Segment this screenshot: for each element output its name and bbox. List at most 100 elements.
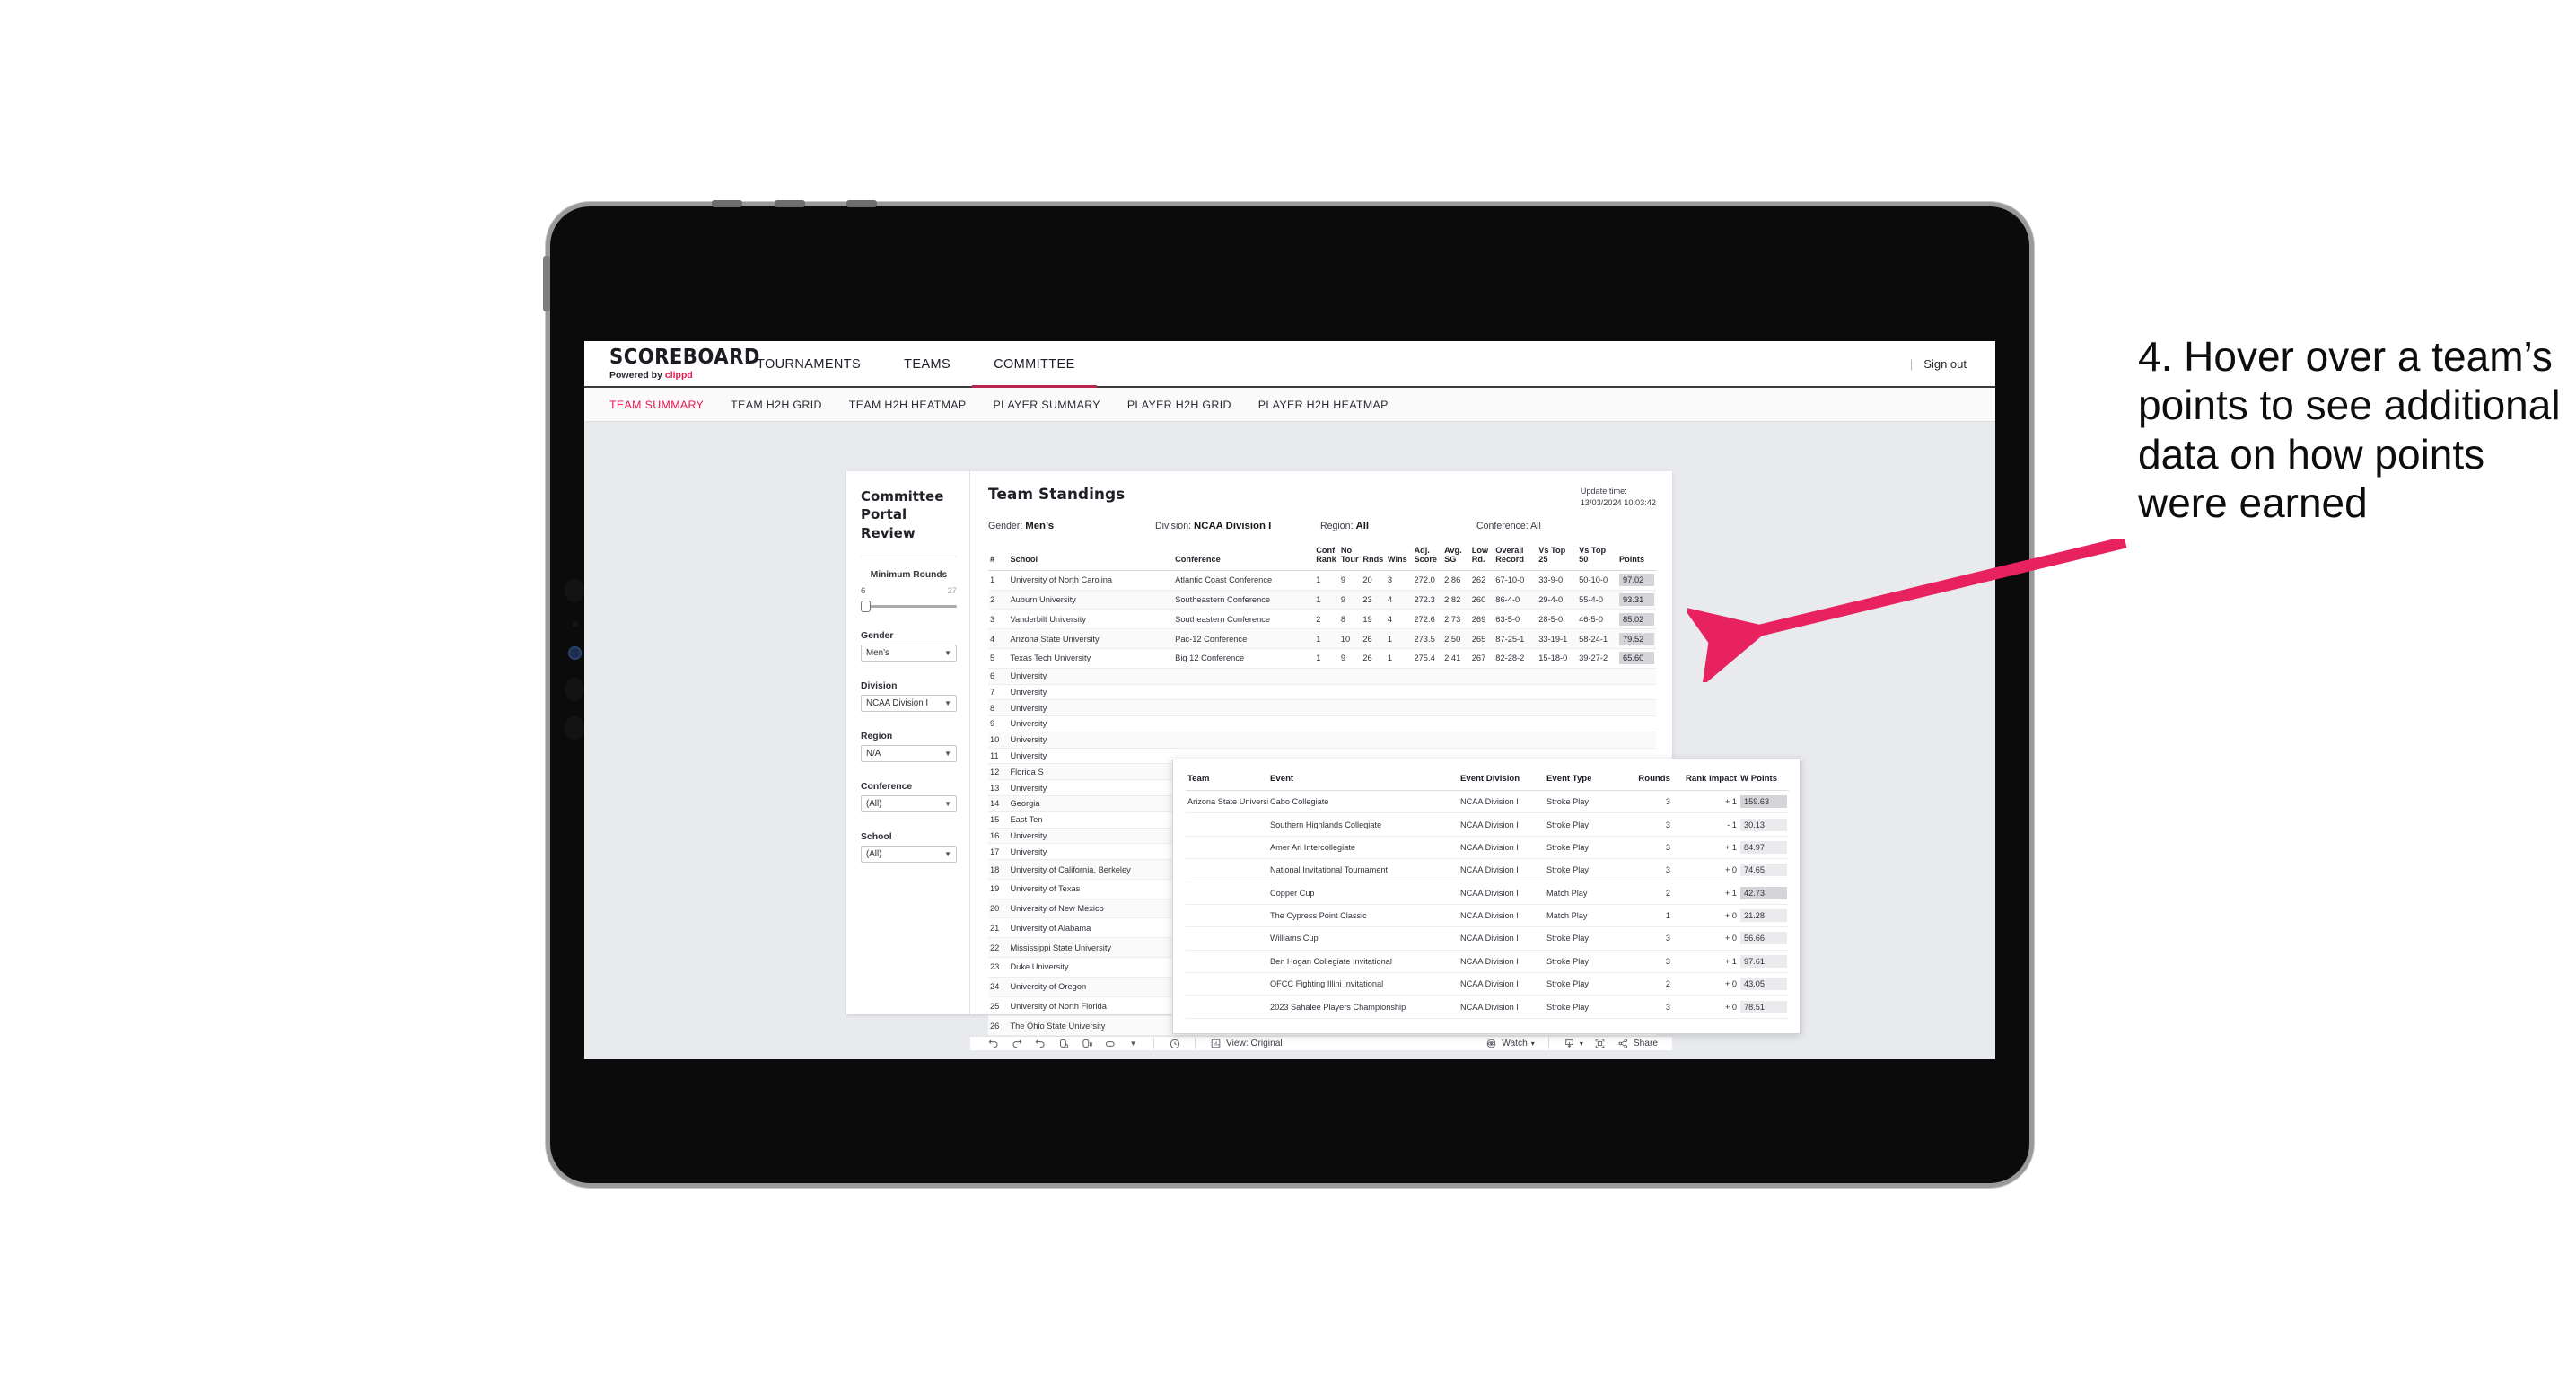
col-header-rnds[interactable]: Rnds: [1361, 541, 1386, 571]
points-chip[interactable]: 97.02: [1619, 574, 1654, 587]
col-header-overall-record[interactable]: Overall Record: [1494, 541, 1538, 571]
minimum-rounds-slider[interactable]: [861, 600, 957, 612]
col-header-low-rd[interactable]: Low Rd.: [1469, 541, 1494, 571]
history-clock-icon[interactable]: [1168, 1037, 1181, 1050]
cell-points[interactable]: 97.02: [1617, 570, 1656, 591]
cell-rank: 8: [988, 699, 1009, 717]
cell-points[interactable]: 93.31: [1617, 590, 1656, 610]
col-header-no-tour[interactable]: No Tour: [1338, 541, 1362, 571]
points-chip[interactable]: 93.31: [1619, 593, 1654, 607]
tab-team-h2h-heatmap[interactable]: TEAM H2H HEATMAP: [849, 399, 967, 411]
tooltip-row: National Invitational Tournament NCAA Div…: [1186, 858, 1789, 882]
cell-low-rd: [1469, 732, 1494, 749]
points-chip[interactable]: 85.02: [1619, 612, 1654, 626]
tab-player-h2h-grid[interactable]: PLAYER H2H GRID: [1127, 399, 1231, 411]
cell-points[interactable]: 85.02: [1617, 609, 1656, 630]
chevron-down-icon: ▼: [944, 849, 951, 858]
cell-points[interactable]: [1617, 684, 1656, 701]
cell-school: University: [1008, 668, 1174, 685]
view-original-button[interactable]: View: Original: [1209, 1037, 1283, 1050]
cell-points[interactable]: 79.52: [1617, 628, 1656, 649]
fullscreen-icon[interactable]: [1593, 1037, 1607, 1050]
cell-points[interactable]: [1617, 668, 1656, 685]
table-row[interactable]: 4 Arizona State University Pac-12 Conferen…: [988, 628, 1656, 649]
watch-button[interactable]: Watch ▾: [1485, 1037, 1535, 1050]
tooltip-row: OFCC Fighting Illini Invitational NCAA Di…: [1186, 972, 1789, 996]
points-chip[interactable]: 65.60: [1619, 652, 1654, 665]
col-header-school[interactable]: School: [1008, 541, 1174, 571]
col-header-conference[interactable]: Conference: [1173, 541, 1315, 571]
tab-player-h2h-heatmap[interactable]: PLAYER H2H HEATMAP: [1258, 399, 1389, 411]
cell-points[interactable]: [1617, 715, 1656, 732]
dashboard-card: Committee Portal Review Minimum Rounds 6…: [846, 471, 1801, 1051]
col-header-avg-sg[interactable]: Avg. SG: [1442, 541, 1470, 571]
tooltip-cell-event-division: NCAA Division I: [1459, 812, 1545, 837]
tab-player-summary[interactable]: PLAYER SUMMARY: [993, 399, 1100, 411]
share-button[interactable]: Share: [1617, 1037, 1658, 1050]
filter-school-select[interactable]: (All) ▼: [861, 845, 957, 863]
tablet-power-button[interactable]: [543, 256, 550, 311]
shape-icon[interactable]: [1103, 1037, 1117, 1050]
undo-icon[interactable]: [986, 1037, 1000, 1050]
table-row[interactable]: 2 Auburn University Southeastern Conferenc…: [988, 590, 1656, 610]
revert-icon[interactable]: [1033, 1037, 1047, 1050]
tooltip-cell-event-type: Stroke Play: [1545, 950, 1625, 974]
col-header-vs-top-25[interactable]: Vs Top 25: [1537, 541, 1578, 571]
chevron-down-icon[interactable]: ▼: [1126, 1037, 1140, 1050]
nav-item-tournaments[interactable]: TOURNAMENTS: [735, 343, 882, 388]
table-row[interactable]: 8 University: [988, 699, 1656, 717]
tab-team-h2h-grid[interactable]: TEAM H2H GRID: [731, 399, 822, 411]
cell-adj-score: [1412, 684, 1443, 701]
tooltip-cell-team: [1186, 972, 1268, 996]
filter-division-select[interactable]: NCAA Division I ▼: [861, 694, 957, 712]
tab-team-summary[interactable]: TEAM SUMMARY: [609, 399, 704, 411]
tooltip-row: Copper Cup NCAA Division I Match Play 2 + 14…: [1186, 882, 1789, 905]
filter-school-label: School: [861, 831, 892, 842]
tooltip-cell-rank-impact: + 1: [1672, 790, 1739, 814]
download-button[interactable]: ▾: [1563, 1037, 1583, 1050]
cell-points[interactable]: 65.60: [1617, 648, 1656, 669]
table-row[interactable]: 5 Texas Tech University Big 12 Conference 1…: [988, 648, 1656, 669]
filter-conference-select[interactable]: (All) ▼: [861, 794, 957, 812]
redo-icon[interactable]: [1010, 1037, 1023, 1050]
col-header-vs-top-50[interactable]: Vs Top 50: [1577, 541, 1618, 571]
col-header-conf-rank[interactable]: Conf Rank: [1314, 541, 1339, 571]
w-points-chip: 21.28: [1740, 909, 1787, 923]
cell-points[interactable]: [1617, 732, 1656, 749]
cell-rank: 13: [988, 779, 1009, 796]
col-header-rank[interactable]: #: [988, 541, 1009, 571]
col-header-line1: School: [1010, 555, 1038, 565]
cell-points[interactable]: [1617, 699, 1656, 717]
table-row[interactable]: 7 University: [988, 684, 1656, 701]
filter-region-select[interactable]: N/A ▼: [861, 744, 957, 762]
col-header-wins[interactable]: Wins: [1385, 541, 1413, 571]
filter-summary-region-key: Region:: [1320, 520, 1354, 531]
slider-handle[interactable]: [861, 600, 871, 612]
table-row[interactable]: 1 University of North Carolina Atlantic Co…: [988, 570, 1656, 591]
signout-link[interactable]: Sign out: [1923, 357, 1967, 371]
filter-gender-select[interactable]: Men’s ▼: [861, 644, 957, 662]
nav-item-committee[interactable]: COMMITTEE: [972, 343, 1097, 388]
main-header: Team Standings Update time: 13/03/2024 1…: [970, 471, 1672, 531]
cell-wins: [1385, 699, 1413, 717]
nav-item-teams[interactable]: TEAMS: [882, 343, 972, 388]
table-row[interactable]: 9 University: [988, 715, 1656, 732]
pause-data-icon[interactable]: [1080, 1037, 1093, 1050]
col-header-points[interactable]: Points: [1617, 541, 1656, 571]
refresh-data-icon[interactable]: [1056, 1037, 1070, 1050]
tooltip-cell-team: [1186, 836, 1268, 860]
col-header-line2: Record: [1495, 555, 1524, 565]
app-logo[interactable]: SCOREBOARD Powered by clippd: [584, 341, 759, 386]
tooltip-cell-rank-impact: + 1: [1672, 836, 1739, 860]
points-chip[interactable]: 79.52: [1619, 632, 1654, 645]
table-row[interactable]: 6 University: [988, 668, 1656, 685]
tooltip-cell-rank-impact: - 1: [1672, 812, 1739, 837]
filter-region-value: N/A: [866, 748, 881, 759]
update-time-value: 13/03/2024 10:03:42: [1580, 498, 1656, 508]
table-row[interactable]: 3 Vanderbilt University Southeastern Confe…: [988, 609, 1656, 630]
col-header-adj-score[interactable]: Adj. Score: [1412, 541, 1443, 571]
cell-school: University: [1008, 732, 1174, 749]
tooltip-cell-team: [1186, 858, 1268, 882]
table-row[interactable]: 10 University: [988, 732, 1656, 749]
standings-table-head: # School Conference Conf Rank No Tour Rnds Wins A…: [988, 541, 1656, 571]
